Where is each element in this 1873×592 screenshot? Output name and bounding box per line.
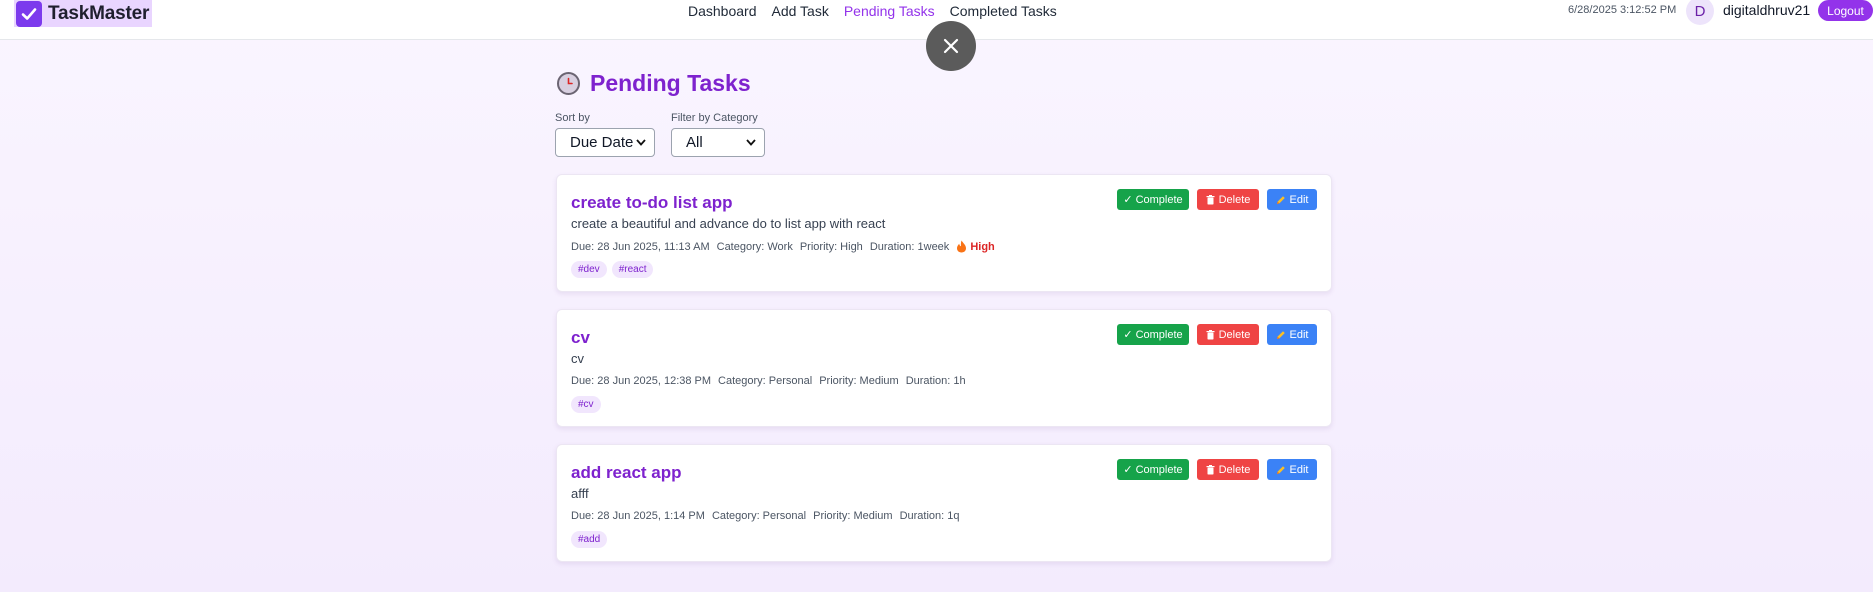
tag[interactable]: #add xyxy=(571,531,608,548)
fire-icon xyxy=(957,240,967,253)
delete-button[interactable]: Delete xyxy=(1197,324,1259,345)
trash-icon xyxy=(1206,464,1215,474)
sort-group: Sort by Due Date xyxy=(555,112,655,157)
edit-button[interactable]: Edit xyxy=(1267,459,1317,480)
task-priority: Priority: Medium xyxy=(819,375,899,387)
check-icon xyxy=(16,0,42,27)
task-meta: Due: 28 Jun 2025, 1:14 PM Category: Pers… xyxy=(571,510,960,522)
nav-add-task[interactable]: Add Task xyxy=(772,3,829,19)
task-card: cv cv Due: 28 Jun 2025, 12:38 PM Categor… xyxy=(556,309,1332,427)
task-priority: Priority: Medium xyxy=(813,510,893,522)
task-meta: Due: 28 Jun 2025, 12:38 PM Category: Per… xyxy=(571,375,966,387)
pencil-icon xyxy=(1276,195,1285,204)
task-category: Category: Personal xyxy=(711,510,807,522)
task-priority: Priority: High xyxy=(799,240,863,253)
delete-label: Delete xyxy=(1218,328,1251,341)
pencil-icon xyxy=(1276,330,1285,339)
main-nav: Dashboard Add Task Pending Tasks Complet… xyxy=(688,0,1057,22)
task-due: Due: 28 Jun 2025, 11:13 AM xyxy=(571,240,710,253)
brand-logo[interactable]: TaskMaster xyxy=(14,0,153,27)
task-due: Due: 28 Jun 2025, 1:14 PM xyxy=(571,510,705,522)
task-title[interactable]: add react app xyxy=(571,463,682,483)
chevron-down-icon xyxy=(636,139,646,146)
task-duration: Duration: 1week xyxy=(869,240,950,253)
close-icon xyxy=(943,38,959,54)
task-card: create to-do list app create a beautiful… xyxy=(556,174,1332,292)
task-tags: #cv xyxy=(571,396,601,413)
pencil-icon xyxy=(1276,465,1285,474)
page-header: Pending Tasks xyxy=(557,70,751,97)
edit-button[interactable]: Edit xyxy=(1267,324,1317,345)
edit-button[interactable]: Edit xyxy=(1267,189,1317,210)
task-duration: Duration: 1h xyxy=(905,375,966,387)
complete-button[interactable]: ✓ Complete xyxy=(1117,459,1189,480)
category-filter-value: All xyxy=(686,134,703,151)
task-tags: #dev #react xyxy=(571,261,654,278)
task-meta: Due: 28 Jun 2025, 11:13 AM Category: Wor… xyxy=(571,240,995,253)
username: digitaldhruv21 xyxy=(1723,2,1811,18)
complete-button[interactable]: ✓ Complete xyxy=(1117,189,1189,210)
category-filter-label: Filter by Category xyxy=(671,112,758,124)
task-duration: Duration: 1q xyxy=(899,510,960,522)
task-category: Category: Personal xyxy=(718,375,813,387)
chevron-down-icon xyxy=(746,139,756,146)
current-datetime: 6/28/2025 3:12:52 PM xyxy=(1568,4,1677,16)
priority-flag-label: High xyxy=(970,240,995,253)
task-actions: ✓ Complete Delete Edit xyxy=(1117,459,1317,480)
task-category: Category: Work xyxy=(716,240,793,253)
task-actions: ✓ Complete Delete Edit xyxy=(1117,324,1317,345)
sort-label: Sort by xyxy=(555,112,590,124)
category-filter-select[interactable]: All xyxy=(671,128,765,157)
complete-button[interactable]: ✓ Complete xyxy=(1117,324,1189,345)
close-button[interactable] xyxy=(926,21,976,71)
category-filter-group: Filter by Category All xyxy=(671,112,765,157)
delete-button[interactable]: Delete xyxy=(1197,189,1259,210)
tag[interactable]: #react xyxy=(611,261,654,278)
tag[interactable]: #cv xyxy=(571,396,601,413)
task-title[interactable]: create to-do list app xyxy=(571,193,733,213)
task-tags: #add xyxy=(571,531,608,548)
task-description: afff xyxy=(571,486,589,501)
delete-label: Delete xyxy=(1218,463,1251,476)
logout-button[interactable]: Logout xyxy=(1818,0,1873,21)
tag[interactable]: #dev xyxy=(571,261,607,278)
task-description: create a beautiful and advance do to lis… xyxy=(571,216,886,231)
app-name: TaskMaster xyxy=(48,2,150,24)
task-description: cv xyxy=(571,351,584,366)
edit-label: Edit xyxy=(1289,193,1309,206)
avatar[interactable]: D xyxy=(1686,0,1714,25)
nav-completed-tasks[interactable]: Completed Tasks xyxy=(950,3,1057,19)
task-card: add react app afff Due: 28 Jun 2025, 1:1… xyxy=(556,444,1332,562)
trash-icon xyxy=(1206,194,1215,204)
page-title: Pending Tasks xyxy=(590,70,751,96)
priority-flag: High xyxy=(956,240,995,253)
edit-label: Edit xyxy=(1289,463,1309,476)
sort-value: Due Date xyxy=(570,134,634,151)
trash-icon xyxy=(1206,329,1215,339)
sort-select[interactable]: Due Date xyxy=(555,128,655,157)
task-due: Due: 28 Jun 2025, 12:38 PM xyxy=(571,375,712,387)
delete-label: Delete xyxy=(1218,193,1251,206)
edit-label: Edit xyxy=(1289,328,1309,341)
nav-pending-tasks[interactable]: Pending Tasks xyxy=(844,3,935,19)
nav-dashboard[interactable]: Dashboard xyxy=(688,3,757,19)
clock-icon xyxy=(557,72,580,95)
delete-button[interactable]: Delete xyxy=(1197,459,1259,480)
task-actions: ✓ Complete Delete Edit xyxy=(1117,189,1317,210)
task-title[interactable]: cv xyxy=(571,328,590,348)
